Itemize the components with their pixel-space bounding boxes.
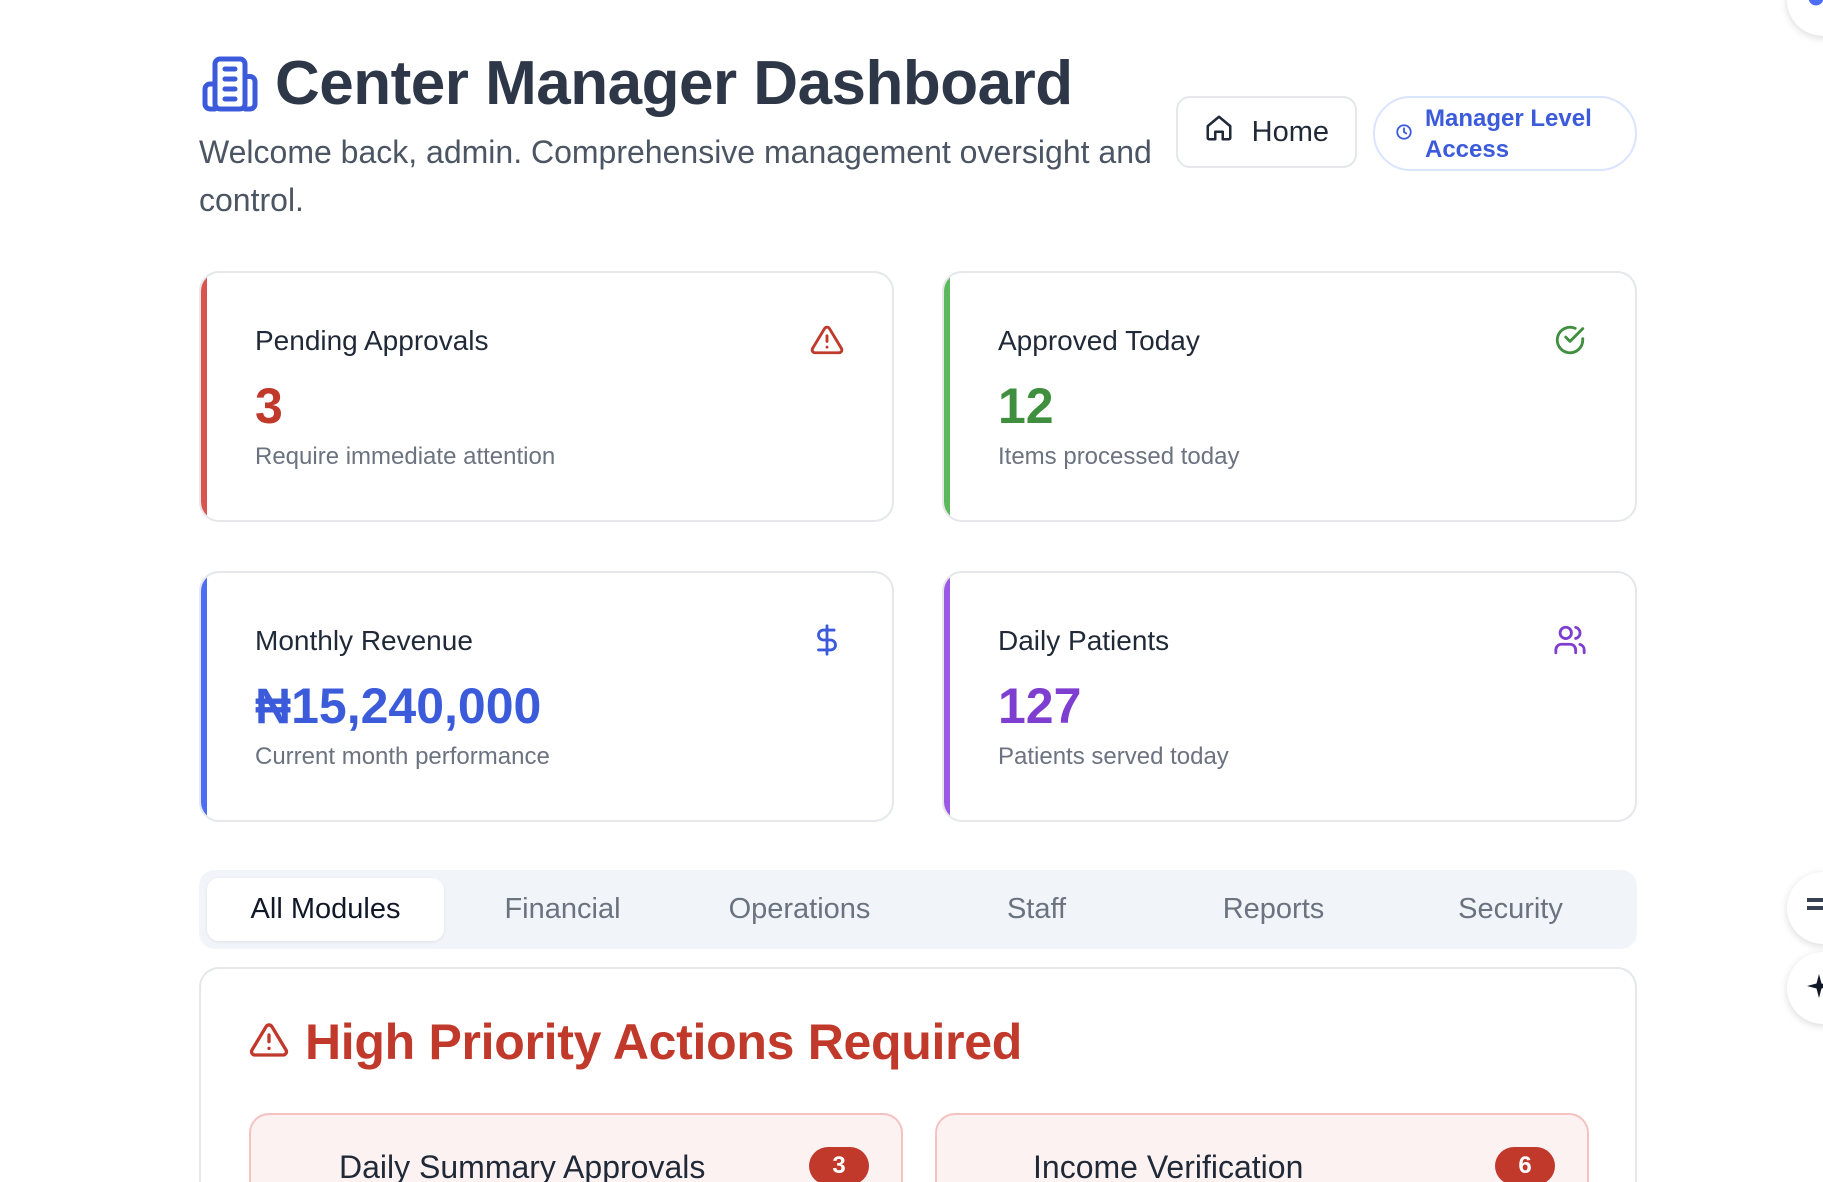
access-level-label: Manager Level Access — [1425, 104, 1592, 163]
panel-title-row: High Priority Actions Required — [249, 1013, 1022, 1071]
home-button[interactable]: Home — [1175, 96, 1357, 168]
stat-card-daily-patients[interactable]: Daily Patients 127 Patients served today — [942, 571, 1637, 822]
tab-reports[interactable]: Reports — [1155, 878, 1392, 941]
home-button-label: Home — [1251, 115, 1329, 148]
stat-value: 3 — [255, 378, 283, 434]
stat-label: Pending Approvals — [255, 325, 489, 356]
warning-icon — [810, 323, 844, 357]
stat-card-approved-today[interactable]: Approved Today 12 Items processed today — [942, 271, 1637, 522]
high-priority-panel: High Priority Actions Required Daily Sum… — [199, 967, 1637, 1182]
action-name: Income Verification — [1033, 1149, 1304, 1182]
card-accent — [201, 573, 207, 820]
stat-description: Patients served today — [998, 743, 1229, 770]
stat-value: 127 — [998, 678, 1082, 734]
action-count-badge: 3 — [809, 1147, 869, 1182]
stat-value: 12 — [998, 378, 1054, 434]
tab-security[interactable]: Security — [1392, 878, 1629, 941]
ai-assistant-button[interactable] — [1787, 952, 1823, 1024]
circle-icon — [1807, 0, 1823, 12]
stat-description: Current month performance — [255, 743, 550, 770]
stat-description: Items processed today — [998, 443, 1240, 470]
tab-operations[interactable]: Operations — [681, 878, 918, 941]
action-card-income-verification[interactable]: Income Verification 6 — [935, 1113, 1589, 1182]
check-circle-icon — [1553, 323, 1587, 357]
stat-card-monthly-revenue[interactable]: Monthly Revenue ₦15,240,000 Current mont… — [199, 571, 894, 822]
card-accent — [944, 273, 950, 520]
chat-icon — [1807, 894, 1823, 923]
stat-description: Require immediate attention — [255, 443, 556, 470]
sparkle-icon — [1807, 973, 1823, 1003]
module-tabs: All Modules Financial Operations Staff R… — [199, 870, 1637, 949]
tab-staff[interactable]: Staff — [918, 878, 1155, 941]
action-count-badge: 6 — [1495, 1147, 1555, 1182]
access-level-badge: Manager Level Access — [1373, 96, 1637, 171]
clock-icon — [1395, 118, 1413, 149]
stat-value: ₦15,240,000 — [255, 678, 542, 734]
dashboard-page: Center Manager Dashboard Welcome back, a… — [0, 0, 1823, 1182]
home-icon — [1204, 113, 1234, 151]
tab-financial[interactable]: Financial — [444, 878, 681, 941]
page-title: Center Manager Dashboard — [275, 49, 1073, 118]
stat-label: Approved Today — [998, 325, 1200, 356]
action-card-daily-summary[interactable]: Daily Summary Approvals 3 — [249, 1113, 903, 1182]
warning-icon — [249, 1020, 289, 1065]
page-subtitle: Welcome back, admin. Comprehensive manag… — [199, 134, 1152, 218]
stat-label: Monthly Revenue — [255, 625, 473, 656]
chat-widget-button[interactable] — [1787, 872, 1823, 944]
action-name: Daily Summary Approvals — [339, 1149, 706, 1182]
stat-label: Daily Patients — [998, 625, 1170, 656]
tab-all-modules[interactable]: All Modules — [207, 878, 444, 941]
card-accent — [944, 573, 950, 820]
users-icon — [1553, 623, 1587, 657]
floating-widget-button[interactable] — [1787, 0, 1823, 36]
page-header: Center Manager Dashboard Welcome back, a… — [199, 48, 1637, 228]
dollar-icon — [810, 623, 844, 657]
header-actions: Home Manager Level Access — [1175, 96, 1637, 171]
panel-title: High Priority Actions Required — [305, 1014, 1023, 1070]
building-icon — [199, 53, 261, 115]
card-accent — [201, 273, 207, 520]
stat-card-pending-approvals[interactable]: Pending Approvals 3 Require immediate at… — [199, 271, 894, 522]
